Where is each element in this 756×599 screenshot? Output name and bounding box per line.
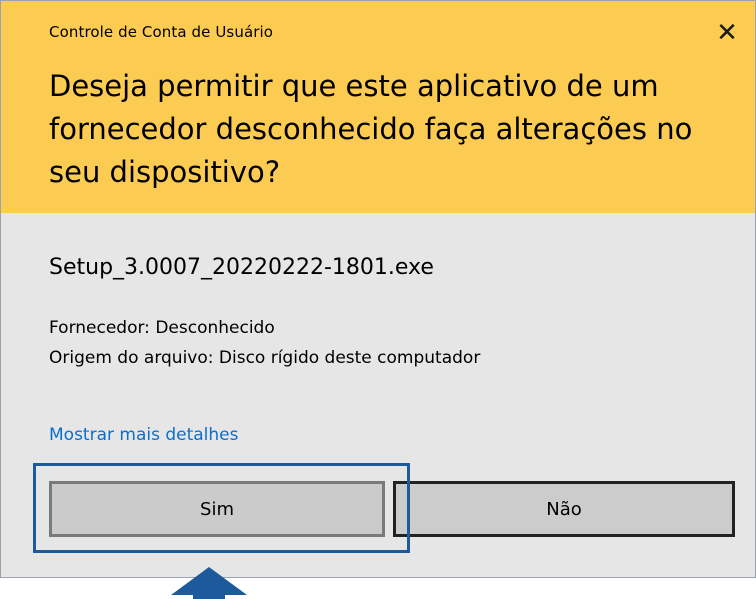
- window-title: Controle de Conta de Usuário: [49, 23, 274, 41]
- no-button[interactable]: Não: [393, 481, 735, 537]
- close-icon: ✕: [716, 18, 738, 48]
- permission-question: Deseja permitir que este aplicativo de u…: [49, 69, 693, 189]
- dialog-header: Controle de Conta de Usuário ✕ Deseja pe…: [1, 1, 755, 213]
- close-button[interactable]: ✕: [709, 15, 745, 51]
- file-name: Setup_3.0007_20220222-1801.exe: [49, 255, 434, 280]
- publisher-info: Fornecedor: Desconhecido: [49, 318, 275, 338]
- uac-dialog: Controle de Conta de Usuário ✕ Deseja pe…: [0, 0, 756, 578]
- file-origin-info: Origem do arquivo: Disco rígido deste co…: [49, 348, 481, 368]
- show-more-details-link[interactable]: Mostrar mais detalhes: [49, 425, 239, 445]
- yes-button[interactable]: Sim: [49, 481, 385, 537]
